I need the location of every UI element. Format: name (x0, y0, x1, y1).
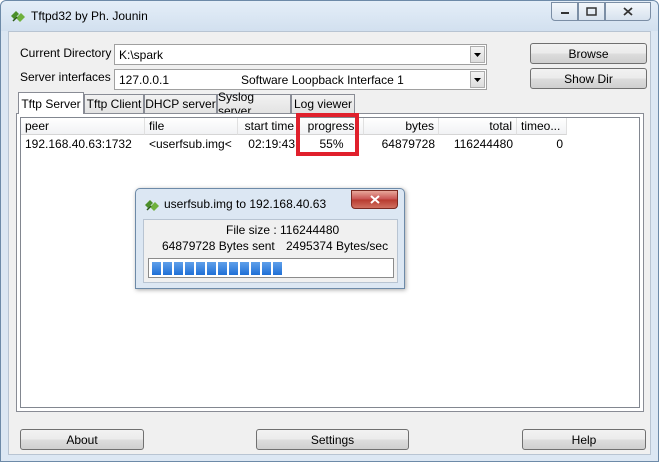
progress-segment (207, 262, 216, 275)
progress-segment (273, 262, 282, 275)
dialog-body: File size : 116244480 64879728 Bytes sen… (143, 219, 398, 283)
progress-segment (240, 262, 249, 275)
chevron-down-icon[interactable] (470, 71, 485, 88)
dialog-close-button[interactable] (351, 190, 398, 209)
progress-segment (251, 262, 260, 275)
progress-segment (152, 262, 161, 275)
help-button[interactable]: Help (522, 429, 646, 450)
row-start-time: 02:19:43 (248, 137, 295, 151)
progress-fill (152, 262, 282, 275)
server-interface-name: Software Loopback Interface 1 (241, 73, 404, 87)
progress-segment (229, 262, 238, 275)
dialog-title: userfsub.img to 192.168.40.63 (164, 197, 327, 211)
column-header-start-time[interactable]: start time (238, 118, 299, 135)
progress-highlight-box (296, 113, 359, 156)
chevron-down-icon[interactable] (470, 46, 485, 63)
maximize-button[interactable] (578, 2, 605, 21)
server-interface-ip: 127.0.0.1 (119, 73, 170, 87)
tab-syslog-server[interactable]: Syslog server (217, 90, 291, 118)
tab-tftp-client[interactable]: Tftp Client (84, 94, 144, 113)
file-size-text: File size : 116244480 (226, 223, 340, 237)
current-directory-combo[interactable]: K:\spark (114, 44, 487, 65)
bytes-sent-text: 64879728 Bytes sent (162, 239, 275, 253)
row-file: <userfsub.img< (149, 137, 232, 151)
progress-segment (185, 262, 194, 275)
row-bytes: 64879728 (381, 137, 435, 151)
close-button[interactable] (605, 2, 651, 21)
progress-segment (218, 262, 227, 275)
tftpd-icon (11, 11, 25, 22)
column-header-timeout[interactable]: timeo... (517, 118, 567, 135)
close-icon (369, 195, 380, 204)
progress-segment (174, 262, 183, 275)
tab-dhcp-server[interactable]: DHCP server (144, 94, 217, 113)
progress-segment (262, 262, 271, 275)
window-title: Tftpd32 by Ph. Jounin (31, 9, 148, 23)
progress-segment (196, 262, 205, 275)
transfer-progress-bar (148, 258, 394, 278)
transfer-dialog[interactable]: userfsub.img to 192.168.40.63 File size … (135, 188, 405, 289)
column-header-file[interactable]: file (145, 118, 238, 135)
progress-segment (163, 262, 172, 275)
minimize-button[interactable] (551, 2, 578, 21)
show-dir-button[interactable]: Show Dir (530, 68, 647, 89)
column-header-bytes[interactable]: bytes (364, 118, 439, 135)
current-directory-label: Current Directory (20, 46, 112, 60)
row-timeout: 0 (556, 137, 563, 151)
maximize-icon (586, 7, 597, 16)
browse-button[interactable]: Browse (530, 43, 647, 64)
row-total: 116244480 (453, 137, 513, 151)
about-button[interactable]: About (20, 429, 144, 450)
server-interfaces-label: Server interfaces (20, 70, 111, 84)
tftpd-icon (145, 200, 159, 211)
current-directory-value: K:\spark (119, 48, 164, 62)
server-interfaces-combo[interactable]: 127.0.0.1 Software Loopback Interface 1 (114, 69, 487, 90)
settings-button[interactable]: Settings (256, 429, 409, 450)
column-header-total[interactable]: total (439, 118, 517, 135)
tab-log-viewer[interactable]: Log viewer (291, 94, 355, 113)
minimize-icon (560, 11, 569, 14)
title-bar[interactable]: Tftpd32 by Ph. Jounin (1, 1, 658, 31)
rate-text: 2495374 Bytes/sec (286, 239, 389, 253)
column-header-peer[interactable]: peer (21, 118, 145, 135)
row-peer: 192.168.40.63:1732 (25, 137, 132, 151)
close-icon (623, 7, 633, 16)
tab-tftp-server[interactable]: Tftp Server (18, 92, 84, 114)
